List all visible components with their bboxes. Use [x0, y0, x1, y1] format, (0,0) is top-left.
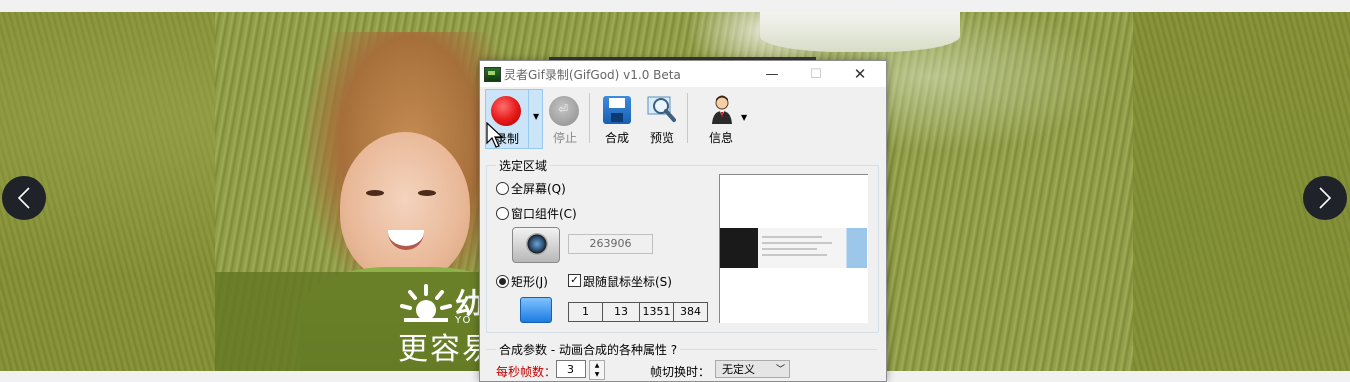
coord-x-field[interactable]: 1 [568, 302, 603, 322]
stop-icon [549, 96, 579, 126]
window-title: 灵者Gif录制(GifGod) v1.0 Beta [504, 68, 681, 82]
info-dropdown-icon[interactable]: ▼ [741, 113, 747, 122]
camera-picker-icon[interactable] [512, 227, 560, 263]
coord-y-field[interactable]: 13 [602, 302, 640, 322]
preview-screenshot [720, 228, 867, 268]
info-button[interactable]: 信息 [697, 89, 745, 147]
fps-input[interactable]: 3 [556, 360, 586, 378]
page-top-bar [0, 0, 1350, 12]
stop-button[interactable]: 停止 [544, 89, 586, 147]
magnifier-preview-icon [647, 96, 676, 122]
prev-slide-button[interactable] [2, 176, 46, 220]
coord-width-field[interactable]: 1351 [639, 302, 674, 322]
record-split-divider [528, 90, 529, 148]
toolbar: ▼ 录制 停止 合成 预览 [480, 87, 886, 149]
girl-eye-right [418, 190, 436, 196]
floppy-save-icon [603, 96, 631, 124]
chevron-down-icon: ﹀ [775, 365, 785, 375]
toolbar-separator [589, 93, 590, 143]
mouse-cursor-icon [486, 122, 504, 148]
window-component-radio[interactable] [496, 207, 509, 220]
girl-eye-left [366, 190, 384, 196]
preview-label: 预览 [649, 131, 674, 145]
transition-label: 帧切换时： [650, 365, 711, 379]
transition-select[interactable]: 无定义 ﹀ [715, 360, 790, 378]
fps-label: 每秒帧数： [496, 365, 557, 379]
fullscreen-radio[interactable] [496, 182, 509, 195]
close-button[interactable]: ✕ [838, 61, 882, 87]
area-group-title: 选定区域 [496, 157, 551, 174]
compose-button[interactable]: 合成 [597, 89, 637, 147]
follow-mouse-label[interactable]: 跟随鼠标坐标(S) [583, 273, 672, 290]
stop-label: 停止 [552, 131, 577, 145]
gifgod-window: 灵者Gif录制(GifGod) v1.0 Beta — ☐ ✕ ▼ 录制 停止 … [479, 60, 887, 382]
compose-group-title: 合成参数 - 动画合成的各种属性 ? [496, 341, 681, 358]
info-label: 信息 [708, 131, 733, 145]
preview-button[interactable]: 预览 [642, 89, 682, 147]
minimize-button[interactable]: — [750, 61, 794, 87]
window-titlebar[interactable]: 灵者Gif录制(GifGod) v1.0 Beta — ☐ ✕ [480, 61, 886, 87]
rectangle-radio[interactable] [496, 275, 509, 288]
compose-label: 合成 [604, 131, 629, 145]
app-icon [484, 67, 501, 82]
fullscreen-label[interactable]: 全屏幕(Q) [511, 180, 566, 197]
area-preview-thumbnail [719, 174, 868, 323]
rectangle-select-icon[interactable] [520, 297, 552, 323]
photo-sky [760, 12, 960, 52]
coord-height-field[interactable]: 384 [673, 302, 708, 322]
follow-mouse-checkbox[interactable]: ✓ [568, 274, 581, 287]
person-info-icon [712, 95, 732, 124]
rectangle-label[interactable]: 矩形(J) [511, 273, 548, 290]
transition-select-value: 无定义 [722, 363, 755, 376]
record-dropdown-icon[interactable]: ▼ [533, 112, 539, 121]
sun-logo-icon [400, 284, 452, 322]
fps-spinner[interactable]: ▲ ▼ [589, 360, 605, 380]
window-component-label[interactable]: 窗口组件(C) [511, 205, 577, 222]
maximize-button[interactable]: ☐ [794, 61, 838, 87]
window-handle-field: 263906 [568, 234, 653, 254]
next-slide-button[interactable] [1303, 176, 1347, 220]
chevron-left-icon [17, 187, 30, 209]
chevron-right-icon [1319, 187, 1332, 209]
toolbar-separator [687, 93, 688, 143]
girl-face [340, 132, 470, 282]
